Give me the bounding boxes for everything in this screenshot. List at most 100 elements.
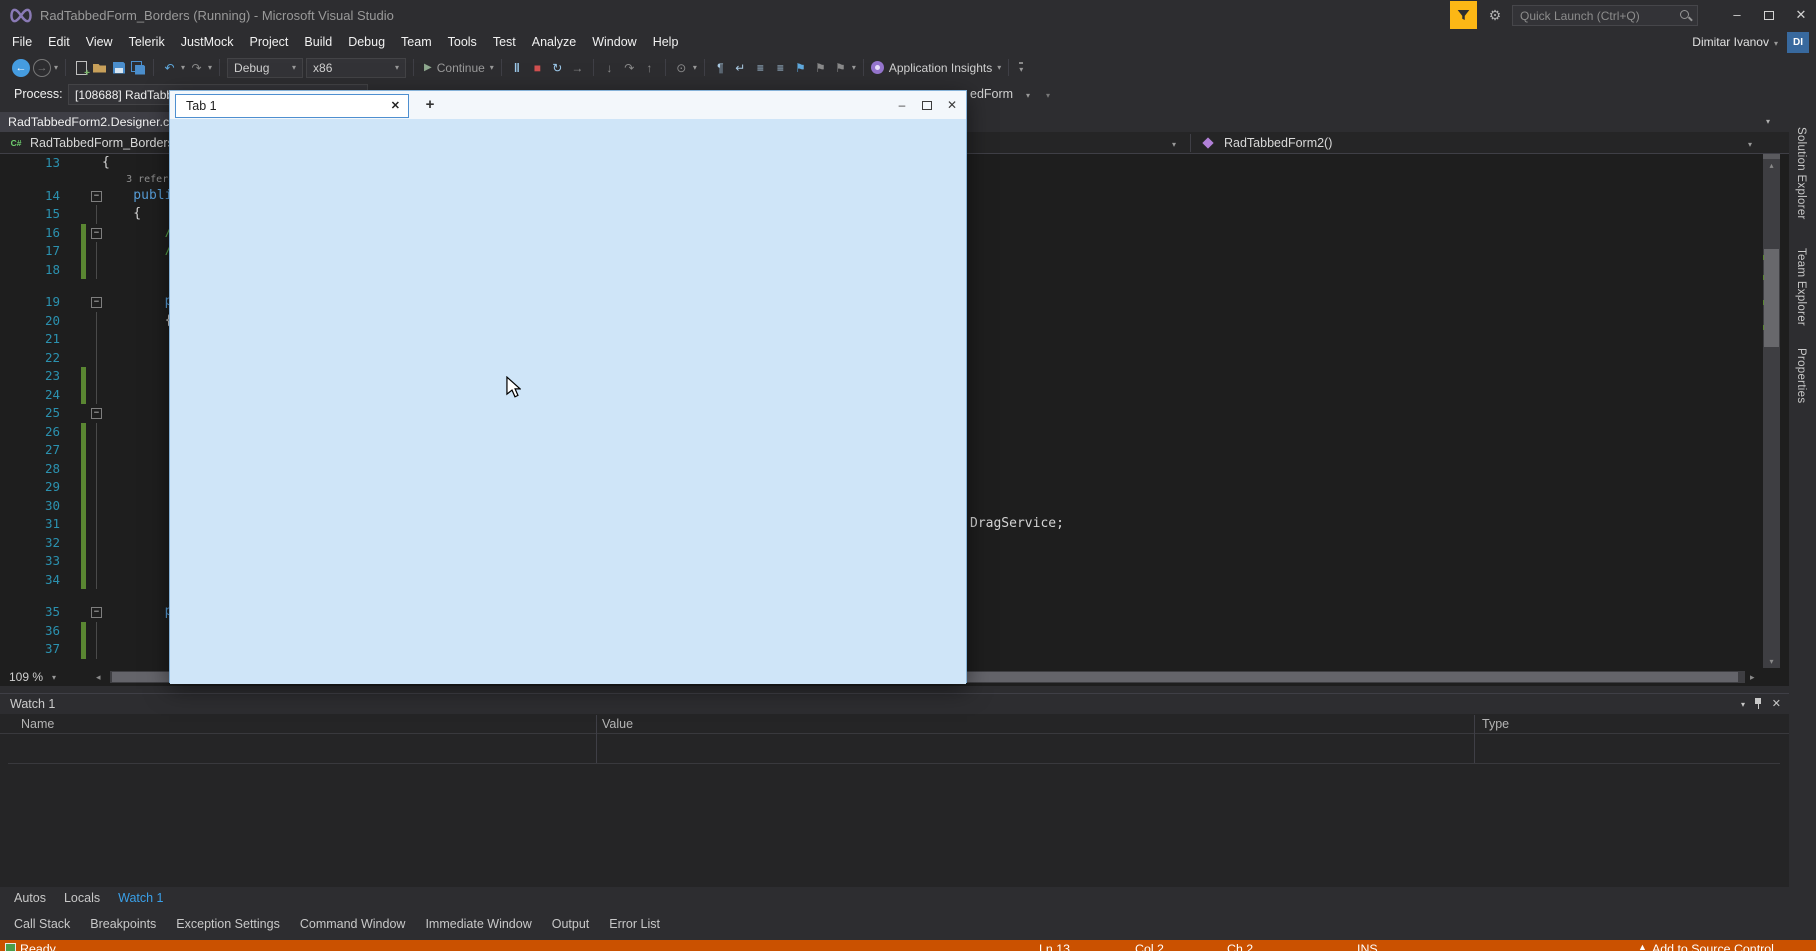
app-tab-1[interactable]: Tab 1 ✕ [175,94,409,118]
thread-dropdown-fragment[interactable]: edForm [970,81,1013,108]
zoom-caret-icon[interactable]: ▾ [52,673,56,682]
panel-splitter[interactable] [0,686,1789,693]
solution-configurations-dropdown[interactable]: Debug ▾ [227,57,304,78]
panel-tab[interactable]: Locals [56,887,108,909]
panel-tab[interactable]: Autos [6,887,54,909]
stop-debugging-icon[interactable]: ■ [529,61,546,75]
tool-window-tab[interactable]: Output [546,912,596,936]
side-tool-tab[interactable]: Properties [1795,348,1807,403]
column-header[interactable]: Type [1482,715,1509,734]
tool-window-tab[interactable]: Immediate Window [419,912,537,936]
add-tab-button[interactable]: + [420,91,440,119]
menu-item[interactable]: Telerik [121,31,173,54]
editor-vertical-scrollbar[interactable]: ▴ ▾ [1763,154,1780,668]
scroll-down-icon[interactable]: ▾ [1763,655,1780,668]
app-maximize-button[interactable] [919,98,935,112]
scroll-left-icon[interactable]: ◂ [96,668,101,686]
breakpoint-caret[interactable]: ▾ [693,63,697,72]
panel-tab[interactable]: Watch 1 [110,887,171,909]
app-window-titlebar[interactable]: Tab 1 ✕ + – ✕ [170,91,966,119]
app-window-content[interactable] [170,119,966,684]
column-header[interactable]: Value [602,715,633,734]
menu-item[interactable]: Help [645,31,687,54]
quick-launch-box[interactable] [1512,5,1698,26]
menu-item[interactable]: Tools [440,31,485,54]
menu-item[interactable]: Edit [40,31,78,54]
menu-item[interactable]: Build [296,31,340,54]
undo-caret[interactable]: ▾ [181,63,185,72]
fold-collapse-box[interactable] [91,227,102,239]
tool-window-tab[interactable]: Breakpoints [84,912,162,936]
application-insights-caret[interactable]: ▾ [997,63,1001,72]
menu-item[interactable]: Test [485,31,524,54]
breakpoint-settings-icon[interactable]: ⊙ [673,61,690,75]
undo-icon[interactable]: ↶ [161,61,178,75]
fold-collapse-box[interactable] [91,190,102,202]
step-over-icon[interactable]: ↷ [621,61,638,75]
formatting-marks-icon[interactable]: ¶ [712,61,729,75]
scope-dropdown[interactable]: RadTabbedForm_Borders [30,132,174,154]
toolbar-overflow-button[interactable]: ▾ [1019,61,1024,74]
redo-caret[interactable]: ▾ [208,63,212,72]
debug-toolbar-overflow-caret[interactable]: ▾ [1046,91,1050,100]
tab-close-icon[interactable]: ✕ [391,95,400,117]
step-into-icon[interactable]: ↓ [601,61,618,75]
status-line[interactable]: Ln 13 [1039,942,1070,951]
outdent-icon[interactable]: ≡ [772,61,789,75]
fold-collapse-box[interactable] [91,297,102,308]
menu-item[interactable]: View [78,31,121,54]
close-button[interactable]: ✕ [1786,1,1816,29]
funnel-icon-button[interactable] [1450,1,1477,29]
show-next-statement-icon[interactable]: → [569,61,586,75]
menu-item[interactable]: Project [242,31,297,54]
minimize-button[interactable]: – [1722,1,1752,29]
pin-icon[interactable] [1753,698,1763,710]
side-tool-tab[interactable]: Solution Explorer [1795,127,1807,220]
account-name[interactable]: Dimitar Ivanov ▾ [1692,31,1778,54]
indent-icon[interactable]: ≡ [752,61,769,75]
quick-launch-input[interactable] [1513,8,1677,23]
scope-dropdown-caret[interactable]: ▾ [1172,140,1176,149]
menu-item[interactable]: Window [584,31,644,54]
watch-title-bar[interactable]: Watch 1 ▾ ✕ [0,694,1789,714]
column-header[interactable]: Name [21,715,54,734]
bookmark-caret[interactable]: ▾ [852,63,856,72]
tool-window-tab[interactable]: Command Window [294,912,412,936]
extension-icon-button[interactable]: ⚙ [1484,4,1506,27]
radtabbedform-app-window[interactable]: Tab 1 ✕ + – ✕ [169,90,967,684]
member-dropdown[interactable]: RadTabbedForm2() [1224,132,1332,154]
next-bookmark-icon[interactable]: ⚑ [832,61,849,75]
navigate-back-button[interactable]: ← [12,58,30,77]
thread-dropdown-caret[interactable]: ▾ [1026,91,1030,100]
save-all-icon[interactable] [130,60,146,76]
side-tool-tab[interactable]: Team Explorer [1795,248,1807,326]
word-wrap-icon[interactable]: ↵ [732,61,749,75]
app-minimize-button[interactable]: – [894,98,910,112]
fold-collapse-box[interactable] [91,607,102,618]
member-dropdown-caret[interactable]: ▾ [1748,140,1752,149]
menu-item[interactable]: File [4,31,40,54]
open-file-icon[interactable] [92,60,108,76]
solution-platforms-dropdown[interactable]: x86 ▾ [306,57,407,78]
avatar[interactable]: DI [1787,32,1809,53]
save-icon[interactable] [111,60,127,76]
navigate-forward-button[interactable]: → [33,58,51,77]
fold-collapse-box[interactable] [91,408,102,419]
app-close-button[interactable]: ✕ [944,98,960,112]
window-position-caret[interactable]: ▾ [1741,700,1745,709]
scroll-right-icon[interactable]: ▸ [1750,668,1755,686]
status-insert-mode[interactable]: INS [1357,942,1378,951]
prev-bookmark-icon[interactable]: ⚑ [812,61,829,75]
restart-icon[interactable]: ↻ [549,61,566,75]
vertical-scroll-thumb[interactable] [1764,249,1779,347]
watch-row[interactable] [0,734,1789,763]
tool-window-tab[interactable]: Exception Settings [170,912,286,936]
continue-caret[interactable]: ▾ [490,63,494,72]
codelens-references[interactable]: 3 refere [102,174,174,185]
add-to-source-control-button[interactable]: Add to Source Control [1652,942,1774,951]
redo-icon[interactable]: ↷ [188,61,205,75]
status-column[interactable]: Col 2 [1135,942,1164,951]
break-all-icon[interactable]: ‖ [509,61,526,75]
tool-window-tab[interactable]: Error List [603,912,666,936]
bookmark-icon[interactable]: ⚑ [792,61,809,75]
